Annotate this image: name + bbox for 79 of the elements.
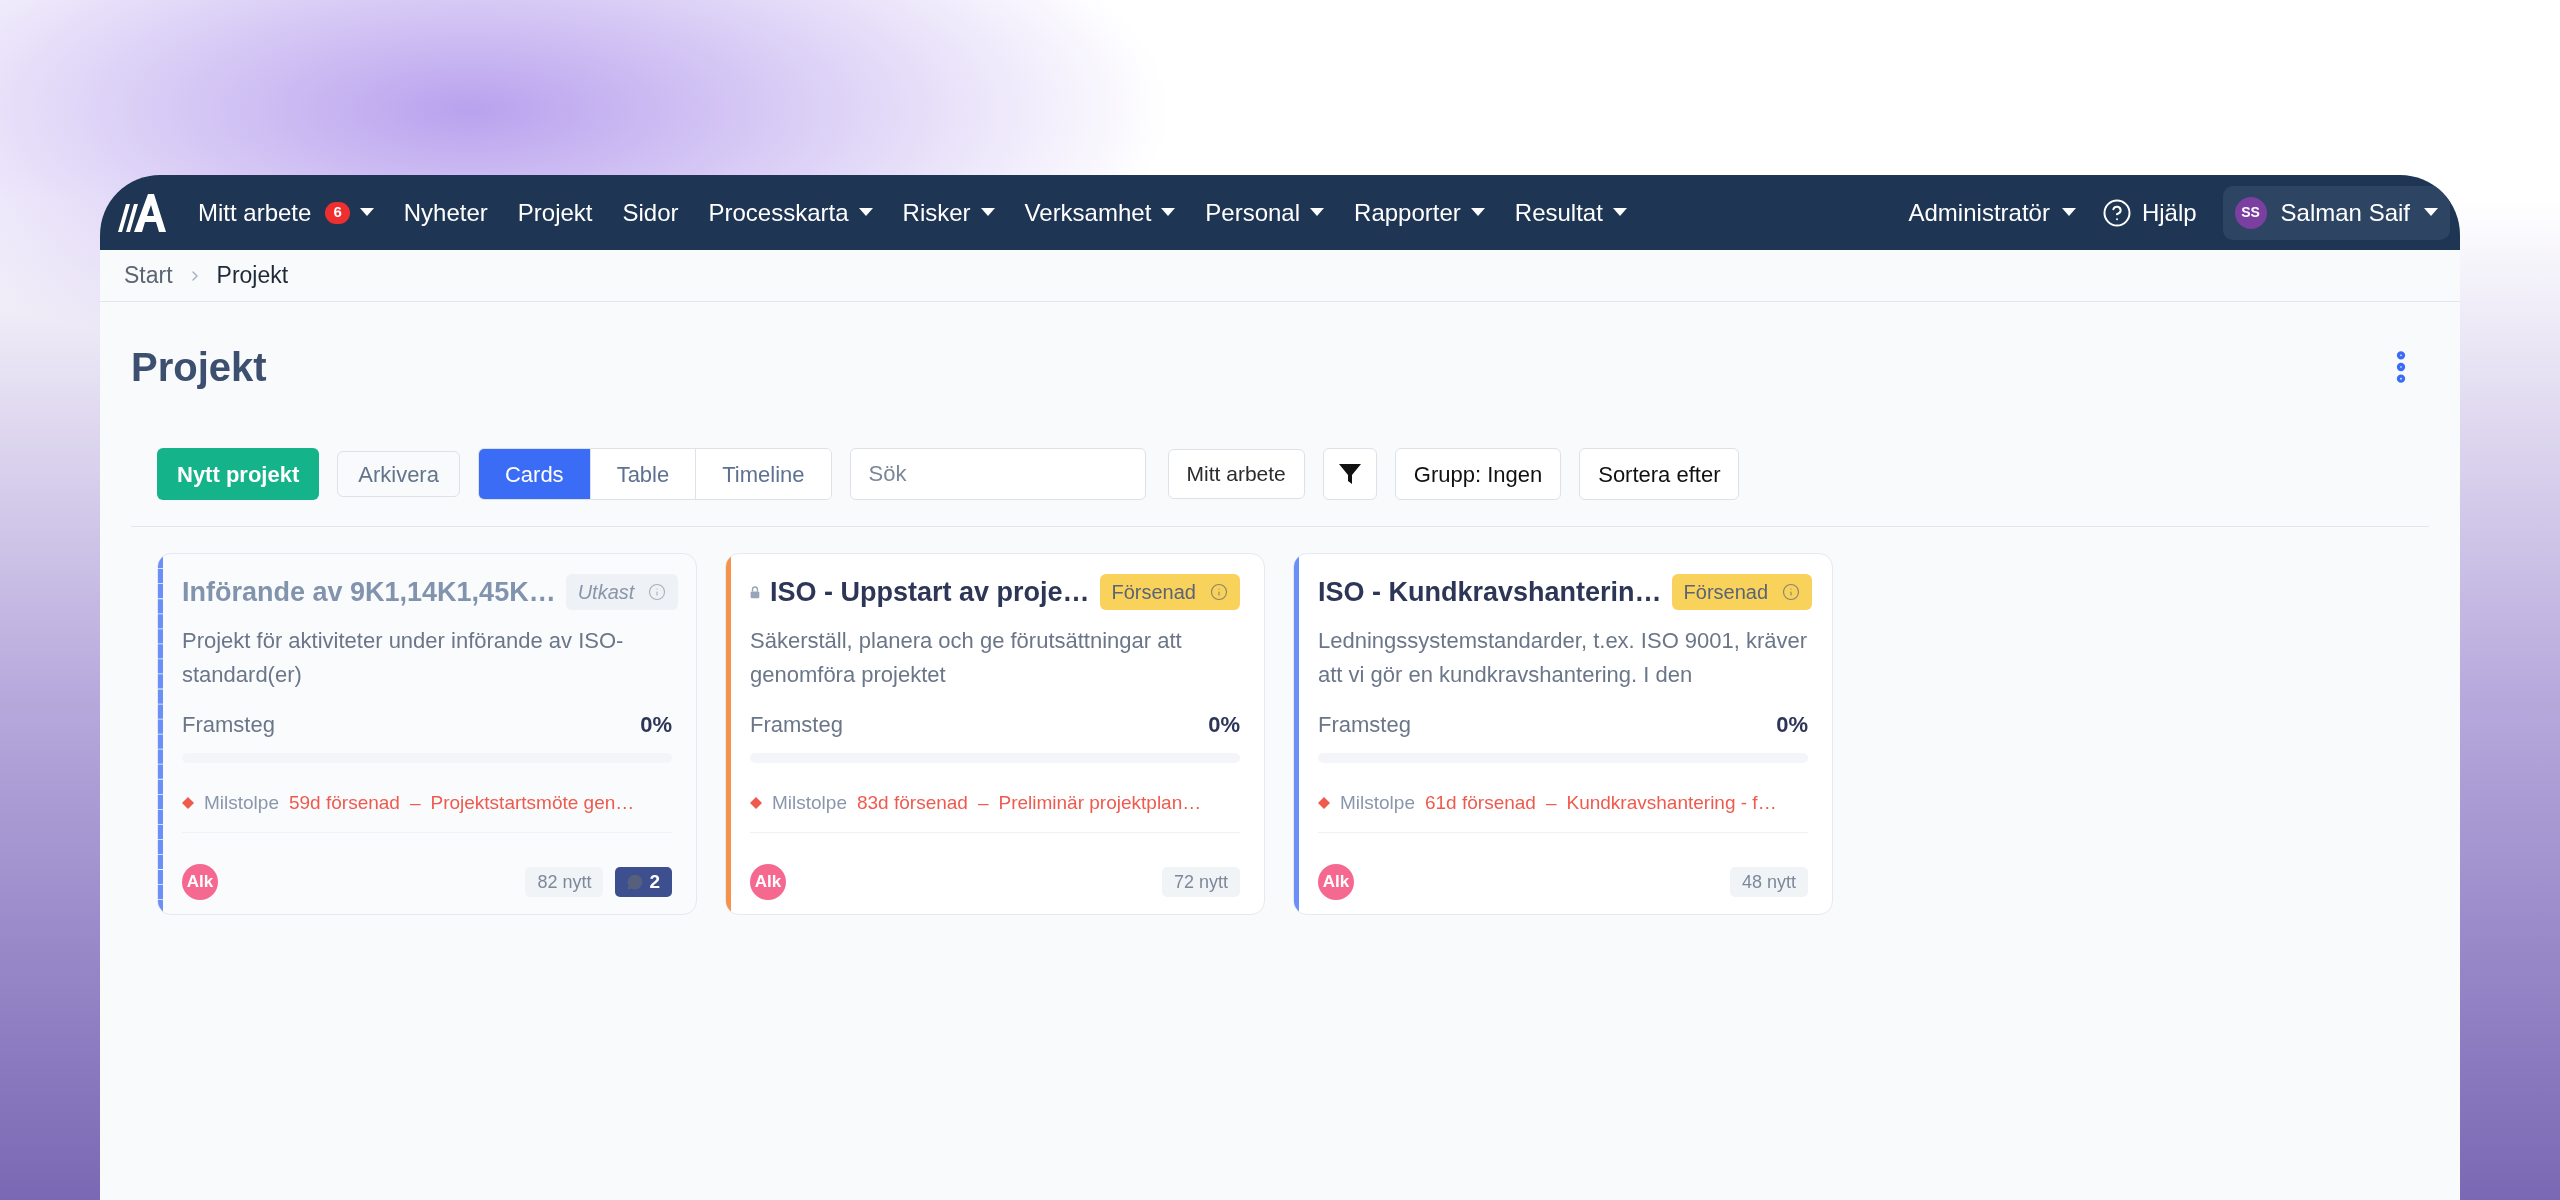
avatar: Alk (182, 864, 218, 900)
user-menu[interactable]: SS Salman Saif (2222, 185, 2450, 240)
chat-bubble-icon (627, 874, 644, 890)
new-count-badge: 72 nytt (1161, 867, 1240, 897)
project-card[interactable]: Införande av 9K1,14K1,45K… Utkast Projekt för aktiviteter under införande av ISO-standard(er) Framsteg 0% Milstolpe 59d försenad – Projektstartsmöte gen… Alk 82 nytt 2 (157, 553, 697, 915)
avatar: Alk (1318, 864, 1354, 900)
milestone-delay: 83d försenad (857, 791, 968, 815)
nav-menu-item[interactable]: Mitt arbete 6 (198, 194, 374, 231)
sort-button[interactable]: Sortera efter (1579, 448, 1740, 500)
info-icon (1210, 583, 1228, 601)
info-icon (1782, 583, 1801, 601)
project-card[interactable]: ISO - Kundkravshanterin… Försenad Ledningssystemstandarder, t.ex. ISO 9001, kräver att vi gör en kundkravshantering. I den Framsteg 0% Milstolpe 61d försenad – Kundkravshantering - f… Alk 48 nytt (1293, 553, 1833, 915)
avatar: Alk (750, 864, 786, 900)
notification-badge: 6 (325, 201, 350, 224)
caret-icon (1161, 208, 1176, 217)
help-link[interactable]: Hjälp (2101, 194, 2197, 231)
nav-menu-item[interactable]: Processkarta (708, 194, 873, 231)
nav-menu-item[interactable]: Sidor (622, 194, 679, 231)
admin-menu[interactable]: Administratör (1908, 194, 2076, 231)
nav-menu-item[interactable]: Verksamhet (1024, 194, 1176, 231)
diamond-icon (182, 797, 194, 810)
nav-menu-item[interactable]: Resultat (1514, 194, 1627, 231)
caret-icon (2424, 208, 2438, 217)
comment-count-badge[interactable]: 2 (615, 867, 672, 897)
breadcrumb-item: Projekt (216, 261, 289, 291)
caret-icon (858, 208, 873, 217)
new-count-badge: 48 nytt (1729, 867, 1808, 897)
info-icon (648, 583, 667, 601)
group-button[interactable]: Grupp: Ingen (1394, 448, 1562, 500)
progress-label: Framsteg (750, 711, 843, 739)
card-title[interactable]: ISO - Uppstart av proje… (769, 571, 1090, 613)
archive-button[interactable]: Arkivera (337, 451, 460, 497)
caret-icon (1470, 208, 1485, 217)
status-badge: Utkast (565, 574, 679, 610)
progress-value: 0% (1776, 711, 1808, 739)
caret-icon (1612, 208, 1627, 217)
filter-icon (1338, 463, 1361, 485)
search-field[interactable]: Sök (849, 448, 1146, 500)
caret-icon (980, 208, 995, 217)
card-title[interactable]: ISO - Kundkravshanterin… (1318, 571, 1662, 613)
nav-menu-item[interactable]: Projekt (517, 194, 593, 231)
card-description: Projekt för aktiviteter under införande av ISO-standard(er) (182, 627, 625, 689)
progress-value: 0% (1208, 711, 1240, 739)
milestone-delay: 61d försenad (1425, 791, 1536, 815)
user-name: Salman Saif (2280, 197, 2410, 228)
progress-label: Framsteg (182, 711, 275, 739)
status-badge: Försenad (1671, 574, 1813, 610)
caret-icon (1310, 208, 1325, 217)
milestone-delay: 59d försenad (289, 791, 400, 815)
progress-label: Framsteg (1318, 711, 1411, 739)
breadcrumb-item[interactable]: Start (124, 258, 173, 293)
logo-icon[interactable] (118, 193, 166, 232)
caret-icon (359, 208, 374, 217)
milestone-label: Milstolpe (772, 791, 847, 815)
progress-value: 0% (640, 711, 672, 739)
dash-separator: – (409, 791, 421, 815)
view-tab[interactable]: Timeline (695, 449, 831, 499)
new-count-badge: 82 nytt (525, 867, 604, 897)
milestone-label: Milstolpe (204, 791, 279, 815)
status-badge: Försenad (1099, 574, 1240, 610)
caret-icon (2061, 208, 2076, 217)
nav-menu-item[interactable]: Risker (902, 194, 995, 231)
filter-button[interactable] (1322, 448, 1377, 500)
diamond-icon (750, 797, 762, 810)
nav-menu-item[interactable]: Nyheter (403, 194, 488, 231)
view-tab[interactable]: Cards (478, 449, 590, 499)
nav-menu-item[interactable]: Rapporter (1354, 194, 1485, 231)
my-work-button[interactable]: Mitt arbete (1167, 449, 1305, 499)
nav-menu-item[interactable]: Personal (1205, 194, 1325, 231)
dash-separator: – (977, 791, 989, 815)
dash-separator: – (1545, 791, 1557, 815)
diamond-icon (1318, 797, 1330, 810)
project-card[interactable]: ISO - Uppstart av proje… Försenad Säkerställ, planera och ge förutsättningar att genomföra projektet Framsteg 0% Milstolpe 83d försenad – Preliminär projektplan… Alk 72 nytt (725, 553, 1265, 915)
help-icon (2101, 197, 2132, 228)
card-description: Säkerställ, planera och ge förutsättningar att genomföra projektet (750, 627, 1183, 689)
page-title: Projekt (131, 344, 267, 391)
user-avatar: SS (2234, 196, 2267, 229)
card-description: Ledningssystemstandarder, t.ex. ISO 9001, kräver att vi gör en kundkravshantering. I den (1318, 627, 1808, 689)
milestone-label: Milstolpe (1340, 791, 1415, 815)
